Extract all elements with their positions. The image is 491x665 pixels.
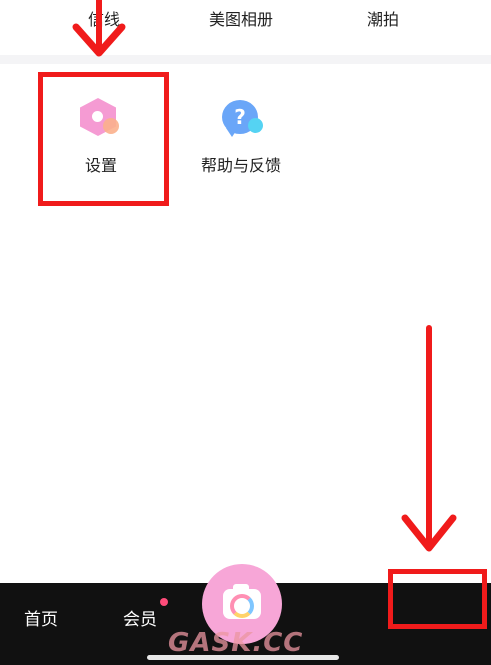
help-feedback-label: 帮助与反馈 [200,156,281,175]
help-feedback-tool[interactable]: ? 帮助与反馈 [186,96,296,176]
tab-highlight-box [388,569,487,629]
camera-icon [230,594,254,618]
down-arrow-icon [72,0,126,57]
nav-item-vip[interactable]: 会员 [123,605,157,630]
settings-highlight-box [38,72,169,206]
help-question-icon: ? [218,96,264,142]
top-menu-item-chaopai[interactable]: 潮拍 [367,6,399,30]
notification-dot [160,598,168,606]
nav-item-home[interactable]: 首页 [24,605,58,630]
top-menu-item-meitu-album[interactable]: 美图相册 [209,6,273,30]
down-arrow-icon [401,325,457,552]
watermark-text: GASK.CC [168,628,304,658]
